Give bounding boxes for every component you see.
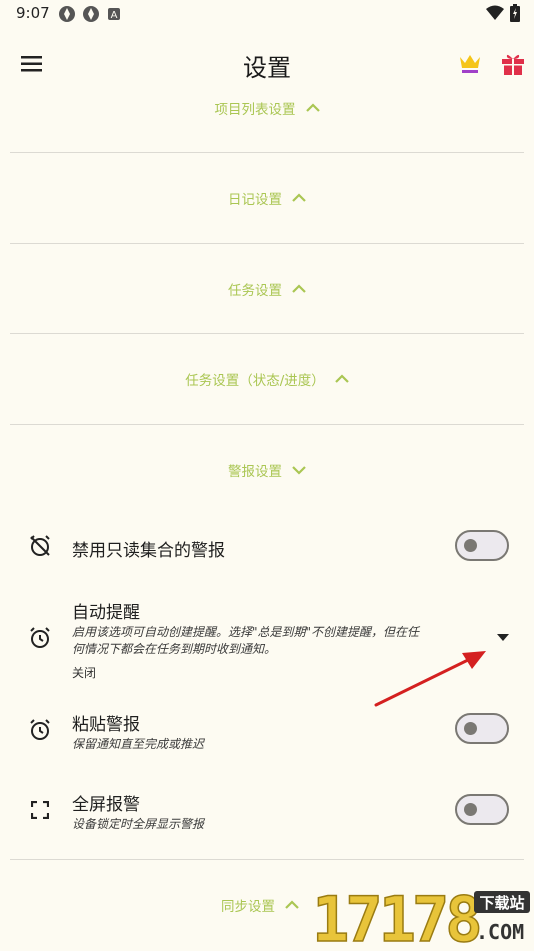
setting-description-line2: 何情况下都会在任务到期时收到通知。 [72,642,277,656]
section-task-settings[interactable]: 任务设置 [0,274,534,304]
svg-text:17178: 17178 [312,885,479,947]
svg-text:.COM: .COM [476,920,524,944]
page-title: 设置 [243,54,291,82]
status-notification-icons: A [58,5,122,23]
crown-icon[interactable] [458,52,482,74]
chevron-up-icon [292,193,306,202]
chevron-down-icon [292,466,306,475]
section-label: 任务设置 [228,283,282,299]
section-label: 同步设置 [221,899,275,915]
divider [10,333,524,334]
status-right-icons [486,4,520,22]
alarm-off-icon [30,535,50,556]
section-project-list-settings[interactable]: 项目列表设置 [0,93,534,123]
app-bar: 设置 [0,40,534,88]
sticky-alarm-toggle[interactable] [455,713,509,744]
alarm-icon [30,627,50,648]
section-diary-settings[interactable]: 日记设置 [0,183,534,213]
fullscreen-alarm-toggle[interactable] [455,794,509,825]
fullscreen-icon [31,801,49,819]
setting-value: 关闭 [72,666,97,680]
divider [10,424,524,425]
dropdown-arrow-icon[interactable] [497,634,509,642]
svg-text:下载站: 下载站 [479,894,524,912]
alarm-icon [30,719,50,740]
battery-icon [510,4,520,22]
setting-fullscreen-alarm[interactable]: 全屏报警 设备锁定时全屏显示警报 [0,785,534,841]
toggle-knob [464,539,477,552]
setting-sticky-alarm[interactable]: 粘贴警报 保留通知直至完成或推迟 [0,704,534,760]
chevron-up-icon [335,374,349,383]
gift-icon[interactable] [500,50,526,76]
setting-title: 自动提醒 [72,603,140,623]
setting-description: 设备锁定时全屏显示警报 [72,817,205,831]
a-icon: A [108,8,120,21]
setting-title: 全屏报警 [72,795,140,815]
section-alarm-settings[interactable]: 警报设置 [0,455,534,485]
divider [10,152,524,153]
toggle-knob [464,722,477,735]
setting-description-line1: 启用该选项可自动创建提醒。选择"总是到期"不创建提醒，但在任 [72,625,420,639]
chevron-up-icon [305,103,320,112]
status-time: 9:07 [16,4,50,22]
app-icon [83,6,99,22]
app-icon [59,6,75,22]
divider [10,859,524,860]
section-label: 项目列表设置 [214,102,296,118]
section-label: 任务设置（状态/进度） [185,373,325,389]
chevron-up-icon [292,284,306,293]
menu-icon[interactable] [20,52,44,76]
setting-title: 粘贴警报 [72,715,140,735]
watermark: 17178 下载站 .COM [310,882,532,951]
watermark-logo: 17178 下载站 .COM [311,882,530,951]
setting-description: 保留通知直至完成或推迟 [72,737,205,751]
svg-text:A: A [111,10,118,21]
setting-disable-readonly-alarm[interactable]: 禁用只读集合的警报 [0,520,534,572]
divider [10,243,524,244]
section-label: 警报设置 [228,464,282,480]
chevron-up-icon [285,900,299,909]
toggle-knob [464,803,477,816]
annotation-arrow [374,651,486,707]
status-bar: 9:07 A [0,0,534,28]
section-task-status-settings[interactable]: 任务设置（状态/进度） [0,364,534,394]
setting-title: 禁用只读集合的警报 [72,541,225,561]
section-label: 日记设置 [228,192,282,208]
disable-readonly-alarm-toggle[interactable] [455,530,509,561]
wifi-icon [486,5,504,20]
